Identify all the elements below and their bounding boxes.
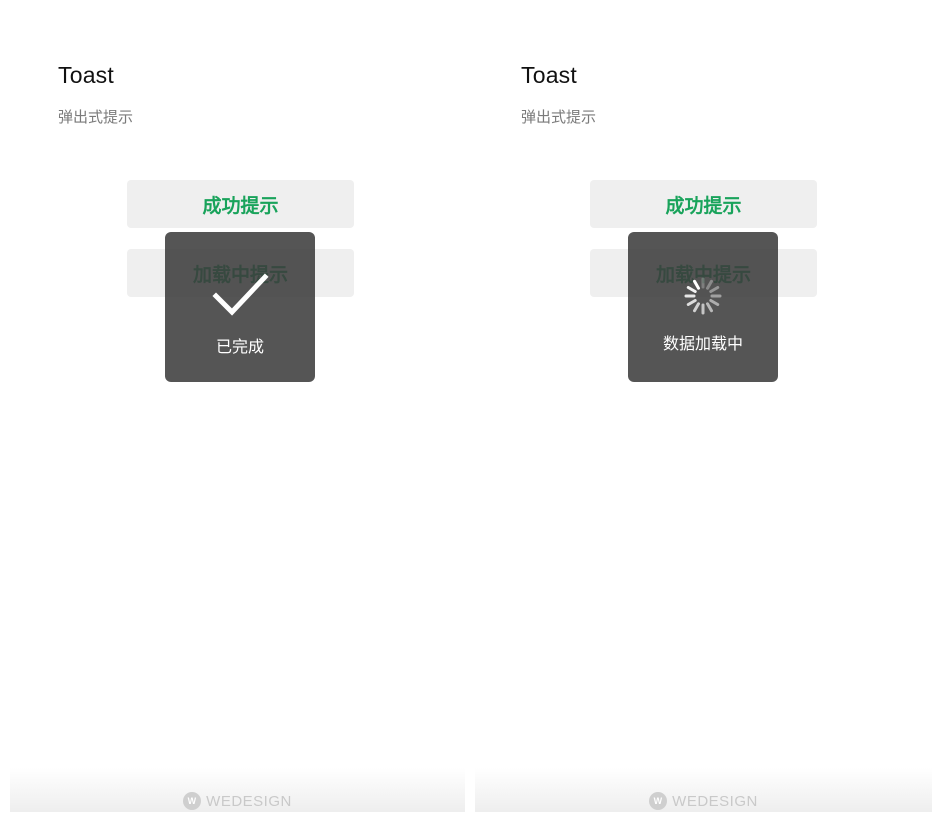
brand-watermark: W WEDESIGN: [10, 792, 465, 810]
spinner-tick: [709, 299, 720, 306]
wedesign-logo-icon: W: [183, 792, 202, 810]
page-title: Toast: [521, 62, 577, 88]
success-toast: 已完成: [165, 232, 315, 382]
spinner-tick: [686, 286, 697, 293]
page-title: Toast: [58, 62, 114, 88]
footer-bar: W WEDESIGN: [10, 768, 465, 812]
page-subtitle: 弹出式提示: [58, 108, 134, 126]
spinner-tick: [686, 299, 697, 306]
phone-screen-success: Toast 弹出式提示 成功提示 加载中提示 已完成 W WEDESIGN: [0, 0, 472, 820]
success-toast-button[interactable]: 成功提示: [127, 180, 354, 228]
spinner-tick: [706, 302, 713, 313]
brand-text: WEDESIGN: [672, 792, 758, 810]
footer-bar: W WEDESIGN: [475, 768, 932, 812]
spinner-tick: [709, 286, 720, 293]
brand-watermark: W WEDESIGN: [475, 792, 932, 810]
toast-message: 数据加载中: [662, 334, 743, 353]
checkmark-icon: [165, 232, 315, 332]
wedesign-logo-icon: W: [649, 792, 668, 810]
phone-screen-loading: Toast 弹出式提示 成功提示 加载中提示 数据加载中 W WEDESIGN: [463, 0, 935, 820]
toast-message: 已完成: [215, 337, 264, 356]
spinner-icon: [628, 232, 778, 332]
success-toast-button[interactable]: 成功提示: [590, 180, 817, 228]
page-subtitle: 弹出式提示: [521, 108, 597, 126]
spinner-tick: [693, 279, 700, 290]
brand-text: WEDESIGN: [206, 792, 292, 810]
spinner-tick: [693, 302, 700, 313]
loading-toast: 数据加载中: [628, 232, 778, 382]
spinner-tick: [706, 279, 713, 290]
app-canvas: Toast 弹出式提示 成功提示 加载中提示 已完成 W WEDESIGN To…: [0, 0, 944, 820]
